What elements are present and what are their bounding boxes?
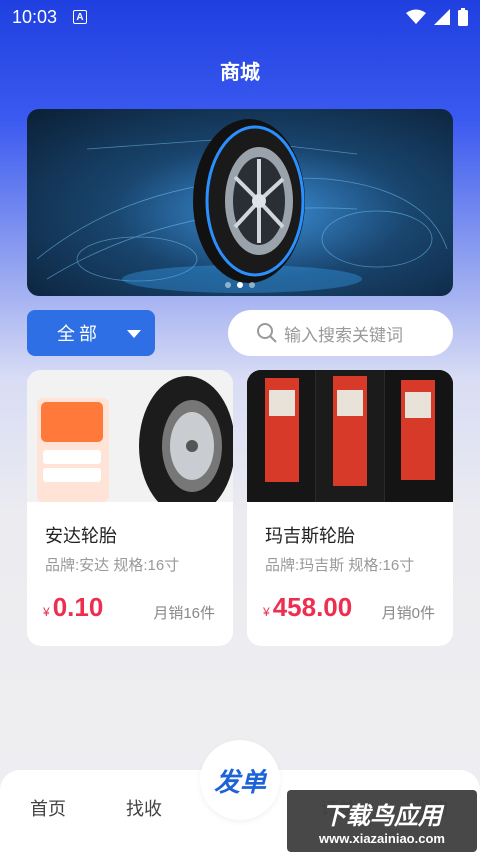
battery-icon bbox=[458, 8, 468, 26]
watermark-logo: 下载鸟应用 www.xiazainiao.com bbox=[287, 790, 477, 852]
banner-dot[interactable] bbox=[249, 282, 255, 288]
product-spec: 品牌:安达 规格:16寸 bbox=[45, 557, 180, 574]
status-bar: 10:03 A bbox=[0, 0, 480, 34]
price-value: 458.00 bbox=[272, 592, 353, 622]
publish-label: 发单 bbox=[213, 766, 266, 797]
banner-dot[interactable] bbox=[225, 282, 231, 288]
watermark-url: www.xiazainiao.com bbox=[319, 831, 445, 846]
watermark-title: 下载鸟应用 bbox=[322, 803, 442, 830]
monthly-sales: 月销0件 bbox=[381, 605, 435, 622]
currency-symbol: ¥ bbox=[43, 605, 50, 619]
product-image bbox=[247, 370, 453, 502]
search-input[interactable]: 输入搜索关键词 bbox=[228, 310, 453, 356]
nav-find[interactable]: 找收 bbox=[126, 795, 162, 821]
monthly-sales: 月销16件 bbox=[153, 605, 215, 622]
caret-down-icon bbox=[127, 330, 141, 338]
product-image bbox=[27, 370, 233, 502]
search-placeholder: 输入搜索关键词 bbox=[284, 325, 403, 345]
banner-dot-active[interactable] bbox=[237, 282, 243, 288]
signal-icon bbox=[434, 9, 450, 25]
publish-button[interactable]: 发单 bbox=[200, 740, 280, 820]
tire-banner[interactable] bbox=[27, 109, 453, 296]
product-name: 安达轮胎 bbox=[45, 526, 117, 546]
status-icons bbox=[406, 8, 468, 26]
currency-symbol: ¥ bbox=[263, 605, 270, 619]
category-filter-dropdown[interactable]: 全部 bbox=[27, 310, 155, 356]
tire-banner-image bbox=[36, 119, 448, 293]
nav-home[interactable]: 首页 bbox=[30, 795, 66, 821]
product-price: ¥ 0.10 bbox=[43, 592, 103, 623]
status-time: 10:03 bbox=[12, 6, 58, 27]
product-card[interactable]: 玛吉斯轮胎 品牌:玛吉斯 规格:16寸 ¥ 458.00 月销0件 bbox=[247, 370, 453, 646]
product-name: 玛吉斯轮胎 bbox=[265, 526, 355, 546]
notification-a-icon: A bbox=[73, 10, 88, 24]
filter-label: 全部 bbox=[57, 324, 101, 344]
product-card[interactable]: 安达轮胎 品牌:安达 规格:16寸 ¥ 0.10 月销16件 bbox=[27, 370, 233, 646]
banner-pagination bbox=[27, 282, 453, 288]
product-price: ¥ 458.00 bbox=[263, 592, 352, 623]
product-spec: 品牌:玛吉斯 规格:16寸 bbox=[265, 557, 415, 574]
wifi-icon bbox=[406, 9, 426, 24]
page-title: 商城 bbox=[220, 62, 260, 84]
search-icon bbox=[257, 323, 277, 343]
price-value: 0.10 bbox=[52, 592, 104, 622]
